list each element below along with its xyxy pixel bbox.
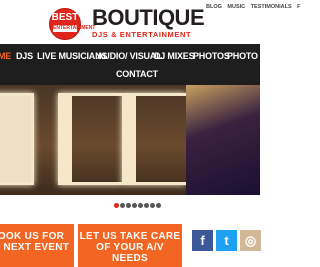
slider-dot[interactable] bbox=[132, 203, 137, 208]
badge-line1: BEST bbox=[51, 12, 79, 23]
top-link-music[interactable]: MUSIC bbox=[227, 4, 245, 10]
brand-logo[interactable]: BOUTIQUE bbox=[92, 7, 205, 29]
slider-dot[interactable] bbox=[150, 203, 155, 208]
nav-item-contact[interactable]: CONTACT bbox=[116, 69, 158, 79]
nav-item-audio-visual[interactable]: AUDIO/ VISUAL bbox=[97, 51, 162, 61]
top-link-blog[interactable]: BLOG bbox=[206, 4, 222, 10]
main-nav: ME DJS LIVE MUSICIANS AUDIO/ VISUAL DJ M… bbox=[0, 44, 280, 85]
light-up-letter-c bbox=[58, 93, 122, 185]
top-link-truncated[interactable]: F bbox=[297, 4, 300, 10]
light-up-letters-photo bbox=[0, 85, 186, 195]
light-up-letter-n bbox=[0, 93, 34, 185]
slider-dot[interactable] bbox=[156, 203, 161, 208]
cta-row: OOK US FOR R NEXT EVENT LET US TAKE CARE… bbox=[0, 217, 261, 267]
slider-pagination bbox=[0, 195, 260, 217]
facebook-icon[interactable]: f bbox=[192, 230, 213, 251]
instagram-icon[interactable]: ◎ bbox=[240, 230, 261, 251]
nav-item-photos[interactable]: PHOTOS bbox=[193, 51, 230, 61]
slider-dot[interactable] bbox=[120, 203, 125, 208]
light-up-letter-e bbox=[122, 93, 186, 185]
twitter-icon[interactable]: t bbox=[216, 230, 237, 251]
slider-dot[interactable] bbox=[144, 203, 149, 208]
best-entertainment-badge: BEST ENTERTAINMENT bbox=[49, 8, 96, 40]
brand-tagline: DJS & ENTERTAINMENT bbox=[92, 30, 192, 39]
top-links: BLOG MUSIC TESTIMONIALS F bbox=[206, 3, 305, 11]
slider-dot[interactable] bbox=[114, 203, 119, 208]
book-us-cta[interactable]: OOK US FOR R NEXT EVENT bbox=[0, 224, 74, 267]
nav-item-home[interactable]: ME bbox=[0, 51, 11, 61]
dancing-crowd-photo bbox=[186, 85, 260, 195]
nav-item-photo-booth[interactable]: PHOTO BOO bbox=[227, 51, 280, 61]
nav-item-dj-mixes[interactable]: DJ MIXES bbox=[154, 51, 195, 61]
badge-line2: ENTERTAINMENT bbox=[53, 25, 96, 32]
site-header: BEST ENTERTAINMENT BOUTIQUE DJS & ENTERT… bbox=[0, 0, 301, 44]
av-needs-cta[interactable]: LET US TAKE CARE OF YOUR A/V NEEDS bbox=[78, 224, 182, 267]
book-us-cta-line2: R NEXT EVENT bbox=[0, 242, 70, 253]
slider-dot[interactable] bbox=[138, 203, 143, 208]
book-us-cta-line1: OOK US FOR bbox=[0, 231, 65, 242]
nav-item-djs[interactable]: DJS bbox=[16, 51, 33, 61]
av-needs-cta-line1: LET US TAKE CARE bbox=[79, 231, 181, 242]
slider-dot[interactable] bbox=[126, 203, 131, 208]
hero-slider[interactable] bbox=[0, 85, 260, 195]
av-needs-cta-line2: OF YOUR A/V NEEDS bbox=[96, 242, 164, 264]
top-link-testimonials[interactable]: TESTIMONIALS bbox=[251, 4, 292, 10]
